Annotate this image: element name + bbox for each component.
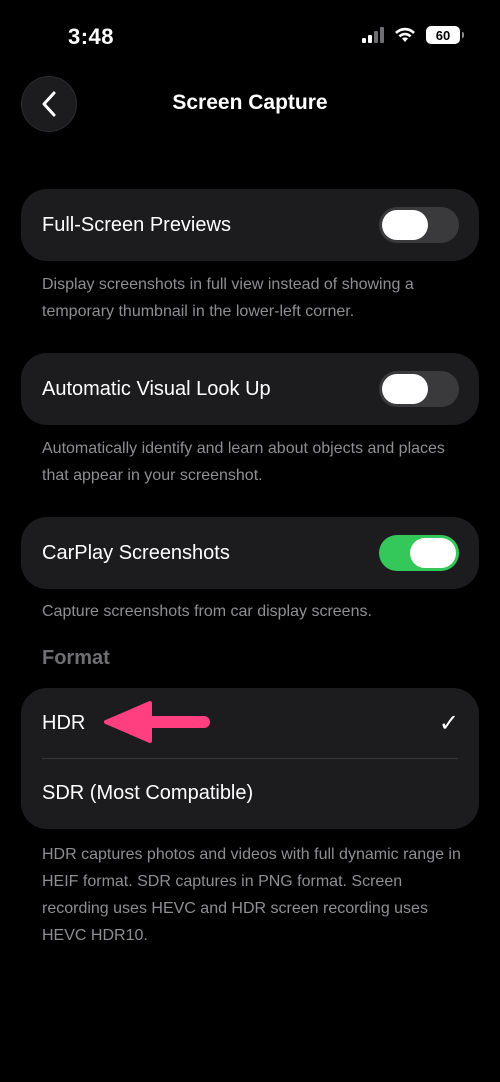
carplay-screenshots-label: CarPlay Screenshots	[42, 541, 230, 564]
full-screen-previews-group: Full-Screen Previews	[21, 189, 479, 261]
battery-icon: 60	[426, 26, 464, 44]
toggle-knob	[382, 210, 428, 240]
toggle-knob	[410, 538, 456, 568]
wifi-icon	[395, 27, 415, 42]
carplay-screenshots-row[interactable]: CarPlay Screenshots	[21, 517, 479, 589]
visual-look-up-toggle[interactable]	[379, 371, 459, 407]
battery-level: 60	[435, 27, 451, 43]
format-option-hdr[interactable]: HDR ✓	[21, 688, 479, 758]
status-time: 3:48	[68, 24, 115, 49]
page-title: Screen Capture	[172, 91, 328, 114]
checkmark-icon: ✓	[438, 709, 459, 737]
visual-look-up-label: Automatic Visual Look Up	[42, 377, 271, 400]
format-group: HDR ✓ SDR (Most Compatible)	[21, 688, 479, 829]
full-screen-previews-footnote: Display screenshots in full view instead…	[42, 276, 414, 320]
visual-look-up-row[interactable]: Automatic Visual Look Up	[21, 353, 479, 425]
format-option-sdr[interactable]: SDR (Most Compatible)	[21, 758, 479, 829]
format-option-label: SDR (Most Compatible)	[42, 782, 254, 804]
carplay-screenshots-group: CarPlay Screenshots	[21, 517, 479, 589]
visual-look-up-group: Automatic Visual Look Up	[21, 353, 479, 425]
status-icons: 60	[362, 26, 464, 44]
carplay-screenshots-toggle[interactable]	[379, 535, 459, 571]
toggle-knob	[382, 374, 428, 404]
status-bar: 3:48 60	[0, 0, 500, 70]
full-screen-previews-row[interactable]: Full-Screen Previews	[21, 189, 479, 261]
carplay-screenshots-footnote: Capture screenshots from car display scr…	[42, 603, 372, 620]
format-section-header: Format	[42, 647, 110, 669]
full-screen-previews-label: Full-Screen Previews	[42, 213, 231, 236]
format-footnote: HDR captures photos and videos with full…	[42, 846, 461, 944]
full-screen-previews-toggle[interactable]	[379, 207, 459, 243]
annotation-arrow-icon	[104, 701, 210, 743]
signal-icon	[362, 27, 384, 43]
visual-look-up-footnote: Automatically identify and learn about o…	[42, 440, 445, 484]
